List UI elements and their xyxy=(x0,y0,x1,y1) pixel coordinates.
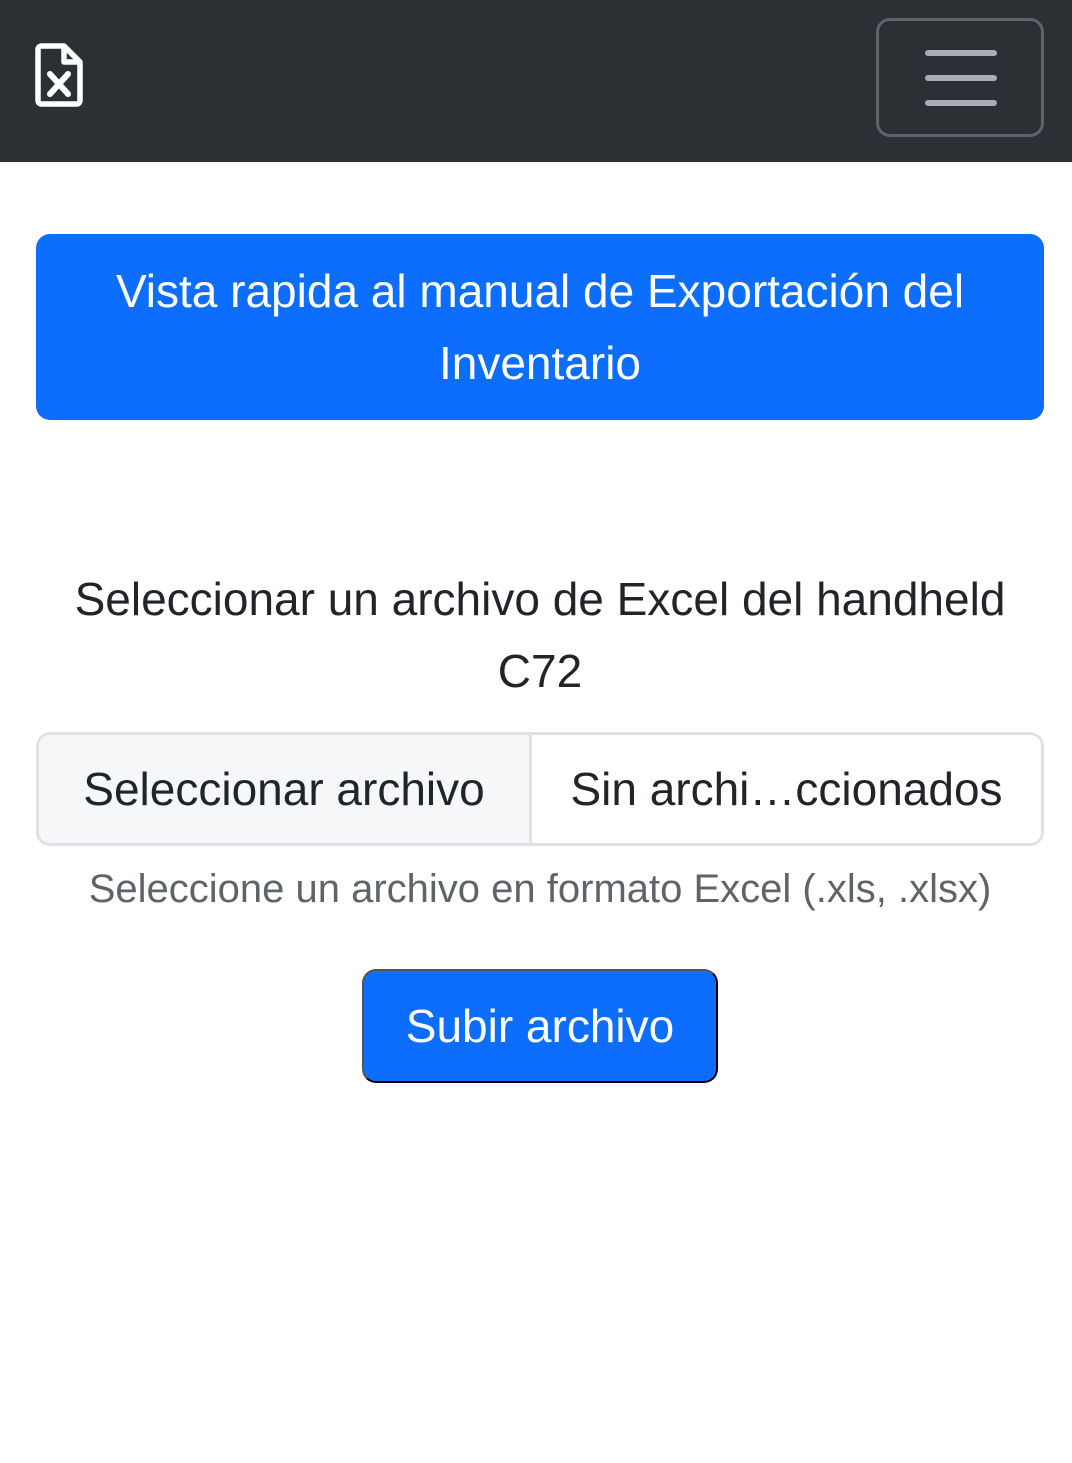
navbar xyxy=(0,0,1072,162)
excel-file-input[interactable]: Seleccionar archivo Sin archi…ccionados xyxy=(36,732,1044,846)
select-file-button[interactable]: Seleccionar archivo xyxy=(39,735,532,843)
file-excel-icon xyxy=(35,43,83,107)
upload-file-button[interactable]: Subir archivo xyxy=(362,969,718,1083)
navbar-toggler-button[interactable] xyxy=(876,18,1044,137)
file-input-label: Seleccionar un archivo de Excel del hand… xyxy=(74,573,1006,697)
manual-quick-view-button[interactable]: Vista rapida al manual de Exportación de… xyxy=(36,234,1044,420)
selected-file-name: Sin archi…ccionados xyxy=(532,735,1041,843)
brand-link[interactable] xyxy=(34,42,84,108)
file-format-help-text: Seleccione un archivo en formato Excel (… xyxy=(88,867,992,911)
